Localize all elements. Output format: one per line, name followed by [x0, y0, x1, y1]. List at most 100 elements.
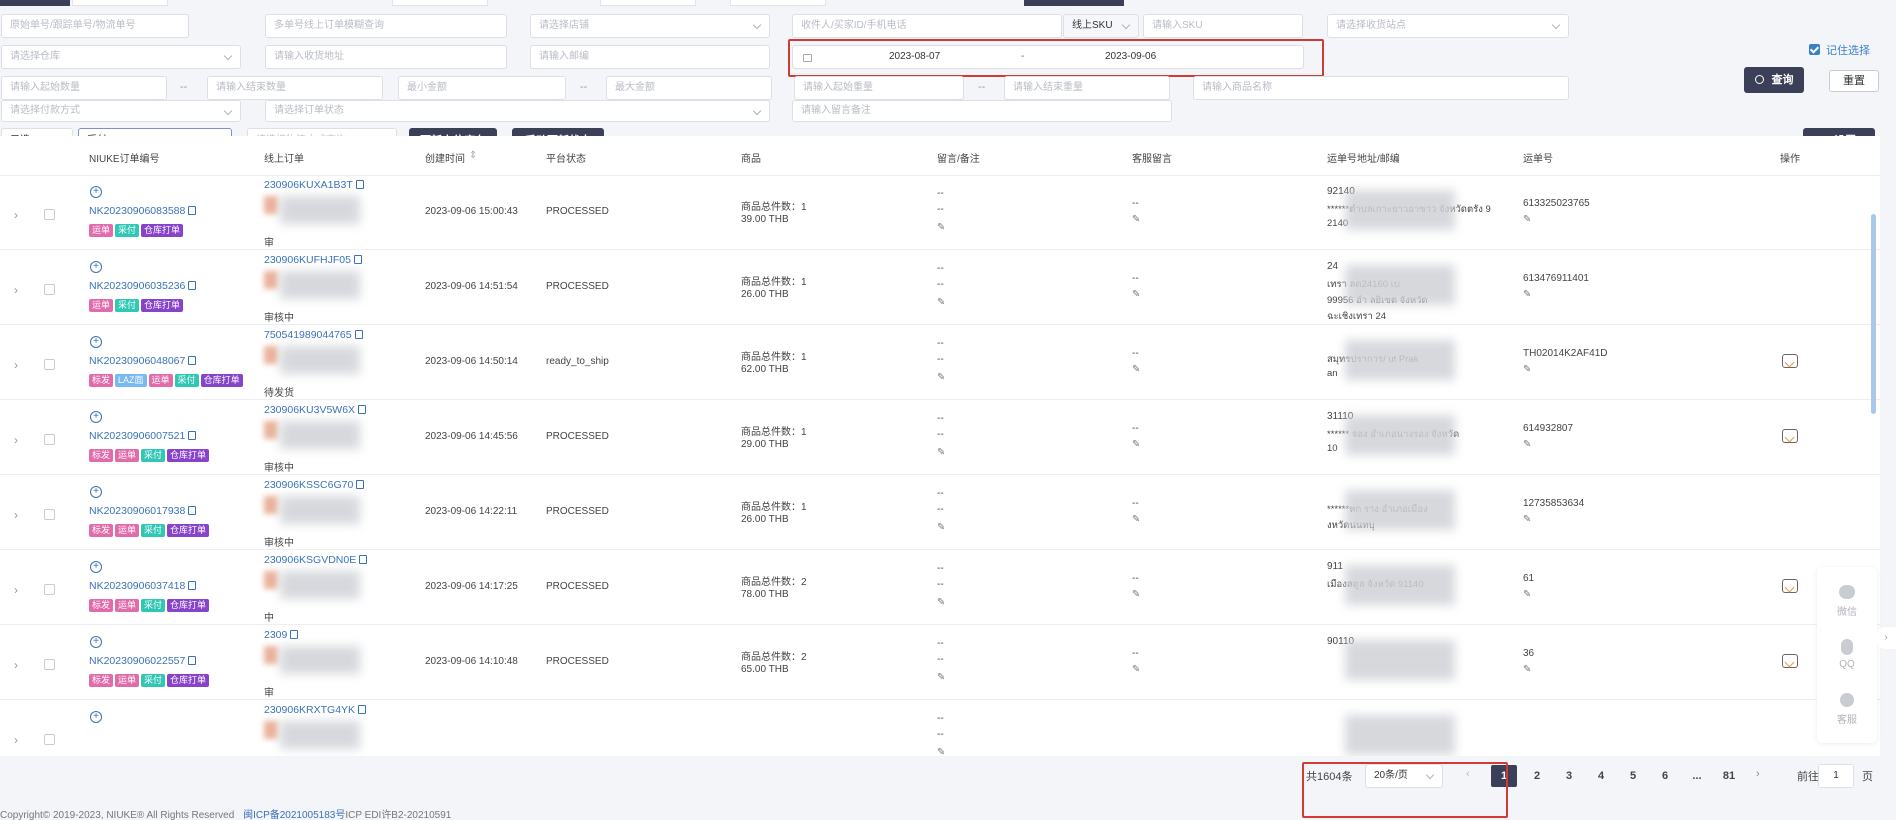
- min-weight-input[interactable]: 请输入起始重量: [794, 76, 964, 100]
- online-order-id[interactable]: 230906KRXTG4YK: [264, 704, 367, 716]
- niuke-order-id[interactable]: NK20230906017938: [89, 505, 197, 517]
- expand-row-icon[interactable]: ›: [14, 508, 18, 522]
- max-weight-input[interactable]: 请输入结束重量: [1004, 76, 1170, 100]
- copy-icon[interactable]: [356, 480, 365, 489]
- tab[interactable]: [392, 0, 488, 6]
- edit-tracking-icon[interactable]: ✎: [1523, 514, 1531, 525]
- online-order-id[interactable]: 230906KSGVDN0E: [264, 554, 368, 566]
- page-number[interactable]: 3: [1556, 765, 1582, 787]
- page-number[interactable]: 81: [1716, 765, 1742, 787]
- row-checkbox[interactable]: [44, 434, 55, 445]
- edit-cs-message-icon[interactable]: ✎: [1132, 289, 1140, 300]
- expand-row-icon[interactable]: ›: [14, 433, 18, 447]
- add-icon[interactable]: +: [90, 261, 102, 273]
- tab-active[interactable]: [0, 0, 70, 6]
- edit-cs-message-icon[interactable]: ✎: [1132, 214, 1140, 225]
- edit-cs-message-icon[interactable]: ✎: [1132, 364, 1140, 375]
- niuke-order-id[interactable]: NK20230906035236: [89, 280, 197, 292]
- edit-remark-icon[interactable]: ✎: [937, 597, 945, 608]
- edit-tracking-icon[interactable]: ✎: [1523, 439, 1531, 450]
- copy-icon[interactable]: [188, 581, 197, 590]
- multi-online-order-input[interactable]: 多单号线上订单模糊查询: [265, 14, 507, 38]
- copy-icon[interactable]: [355, 180, 364, 189]
- copy-icon[interactable]: [353, 255, 362, 264]
- page-number[interactable]: 2: [1524, 765, 1550, 787]
- collapse-float-bar-button[interactable]: ›: [1876, 627, 1896, 649]
- row-checkbox[interactable]: [44, 209, 55, 220]
- page-number[interactable]: 5: [1620, 765, 1646, 787]
- page-number[interactable]: 4: [1588, 765, 1614, 787]
- tab[interactable]: [72, 0, 168, 6]
- add-icon[interactable]: +: [90, 486, 102, 498]
- view-image-icon[interactable]: [1782, 579, 1798, 593]
- tab[interactable]: [730, 0, 826, 6]
- service-button[interactable]: 客服: [1817, 693, 1877, 726]
- copy-icon[interactable]: [188, 356, 197, 365]
- niuke-order-id[interactable]: NK20230906022557: [89, 655, 197, 667]
- copy-icon[interactable]: [354, 330, 363, 339]
- tab[interactable]: [600, 0, 696, 6]
- edit-remark-icon[interactable]: ✎: [937, 672, 945, 683]
- edit-remark-icon[interactable]: ✎: [937, 372, 945, 383]
- max-qty-input[interactable]: 请输入结束数量: [207, 76, 383, 100]
- edit-remark-icon[interactable]: ✎: [937, 447, 945, 458]
- expand-row-icon[interactable]: ›: [14, 208, 18, 222]
- expand-row-icon[interactable]: ›: [14, 733, 18, 747]
- sku-type-select[interactable]: 线上SKU: [1063, 14, 1139, 38]
- max-amount-input[interactable]: 最大金额: [606, 76, 772, 100]
- copy-icon[interactable]: [290, 630, 299, 639]
- table-scrollbar[interactable]: [1871, 214, 1876, 414]
- min-amount-input[interactable]: 最小金额: [398, 76, 566, 100]
- edit-cs-message-icon[interactable]: ✎: [1132, 514, 1140, 525]
- row-checkbox[interactable]: [44, 584, 55, 595]
- row-checkbox[interactable]: [44, 659, 55, 670]
- remark-input[interactable]: 请输入留言备注: [792, 100, 1172, 122]
- copy-icon[interactable]: [359, 555, 368, 564]
- next-page-icon[interactable]: ›: [1756, 768, 1760, 780]
- expand-row-icon[interactable]: ›: [14, 583, 18, 597]
- copy-icon[interactable]: [188, 431, 197, 440]
- sku-input[interactable]: 请输入SKU: [1143, 14, 1303, 38]
- sort-icon[interactable]: ⇕: [469, 150, 477, 161]
- page-number[interactable]: ...: [1684, 765, 1710, 787]
- edit-tracking-icon[interactable]: ✎: [1523, 289, 1531, 300]
- zip-input[interactable]: 请输入邮编: [530, 45, 770, 69]
- edit-tracking-icon[interactable]: ✎: [1523, 364, 1531, 375]
- online-order-id[interactable]: 750541989044765: [264, 329, 363, 341]
- edit-remark-icon[interactable]: ✎: [937, 222, 945, 233]
- edit-cs-message-icon[interactable]: ✎: [1132, 589, 1140, 600]
- copy-icon[interactable]: [188, 206, 197, 215]
- edit-tracking-icon[interactable]: ✎: [1523, 589, 1531, 600]
- order-no-input[interactable]: 原始单号/跟踪单号/物流单号: [1, 14, 189, 38]
- goto-page-input[interactable]: 1: [1818, 764, 1854, 788]
- wechat-button[interactable]: 微信: [1817, 585, 1877, 618]
- online-order-id[interactable]: 230906KSSC6G70: [264, 479, 365, 491]
- view-image-icon[interactable]: [1782, 654, 1798, 668]
- niuke-order-id[interactable]: NK20230906037418: [89, 580, 197, 592]
- add-icon[interactable]: +: [90, 561, 102, 573]
- niuke-order-id[interactable]: NK20230906083588: [89, 205, 197, 217]
- query-button[interactable]: 查询: [1744, 67, 1804, 93]
- icp-link[interactable]: 闽ICP备2021005183号: [243, 810, 345, 820]
- add-icon[interactable]: +: [90, 711, 102, 723]
- niuke-order-id[interactable]: NK20230906048067: [89, 355, 197, 367]
- edit-remark-icon[interactable]: ✎: [937, 297, 945, 308]
- online-order-id[interactable]: 230906KU3V5W6X: [264, 404, 367, 416]
- row-checkbox[interactable]: [44, 359, 55, 370]
- logistics-point-select[interactable]: 请选择收货站点: [1327, 14, 1569, 38]
- copy-icon[interactable]: [188, 506, 197, 515]
- online-order-id[interactable]: 230906KUFHJF05: [264, 254, 362, 266]
- add-icon[interactable]: +: [90, 186, 102, 198]
- edit-tracking-icon[interactable]: ✎: [1523, 214, 1531, 225]
- row-checkbox[interactable]: [44, 734, 55, 745]
- store-select[interactable]: 请选择店铺: [530, 14, 770, 38]
- view-image-icon[interactable]: [1782, 354, 1798, 368]
- expand-row-icon[interactable]: ›: [14, 283, 18, 297]
- online-order-id[interactable]: 2309: [264, 629, 299, 641]
- warehouse-select[interactable]: 请选择仓库: [1, 45, 241, 69]
- expand-row-icon[interactable]: ›: [14, 658, 18, 672]
- receiver-input[interactable]: 收件人/买家ID/手机电话: [792, 14, 1062, 38]
- row-checkbox[interactable]: [44, 509, 55, 520]
- remember-selection-checkbox[interactable]: 记住选择: [1809, 42, 1870, 58]
- expand-row-icon[interactable]: ›: [14, 358, 18, 372]
